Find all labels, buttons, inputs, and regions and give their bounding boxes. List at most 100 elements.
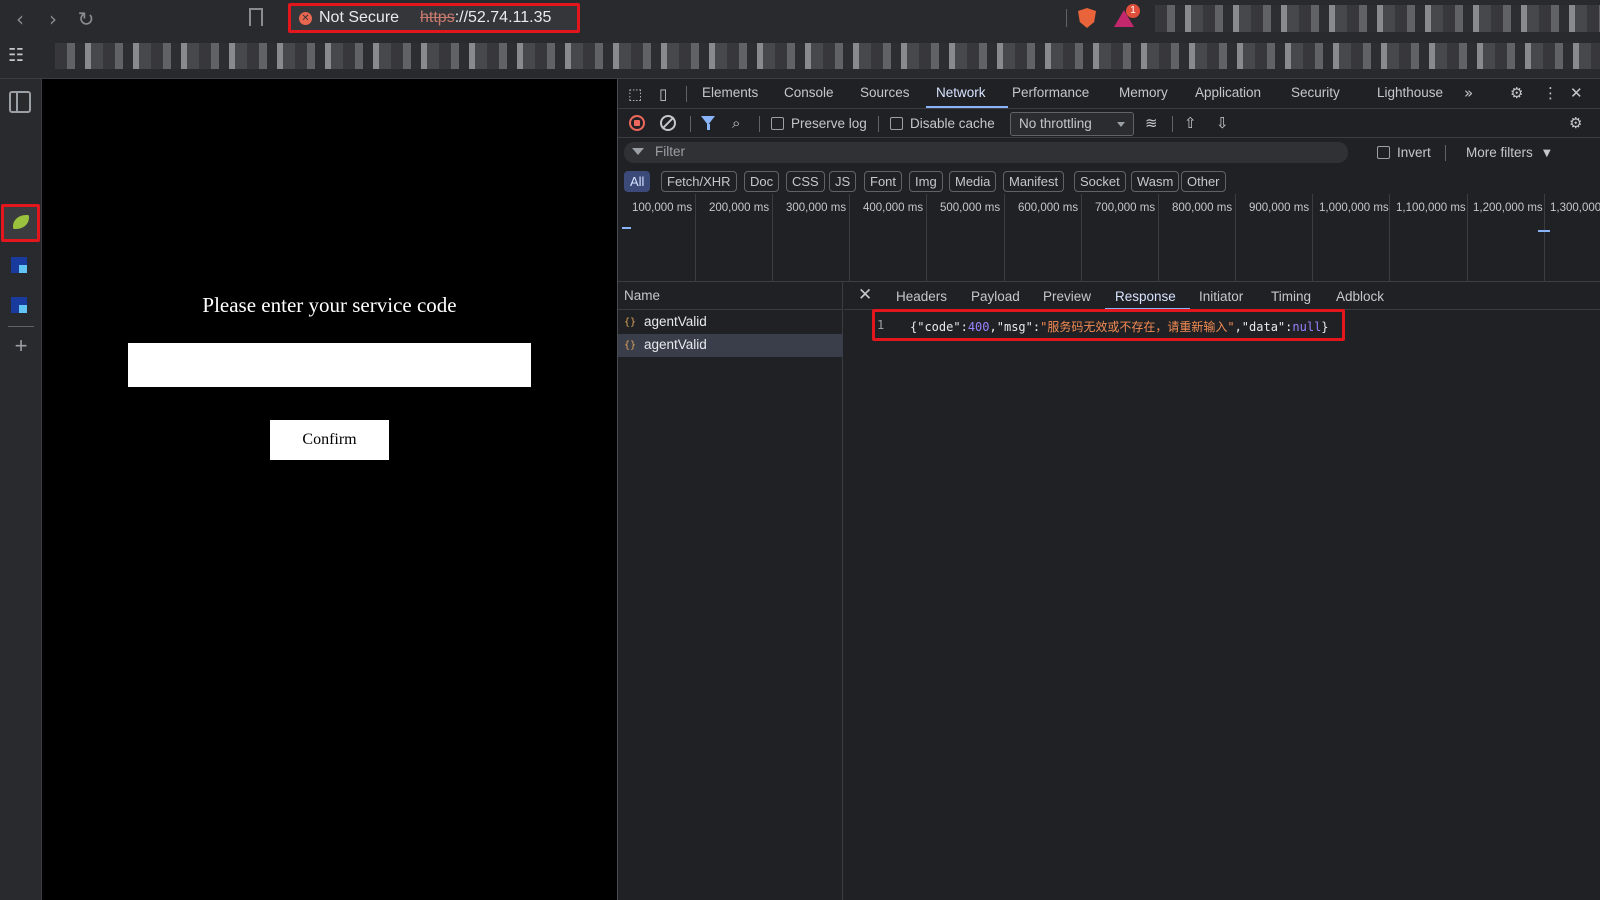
tab-memory[interactable]: Memory [1119,85,1168,100]
type-css[interactable]: CSS [786,171,825,192]
page-heading: Please enter your service code [202,293,457,317]
apps-grid-icon[interactable]: ☷ [8,47,24,65]
toolbar-separator [1172,116,1173,132]
not-secure-icon: ✕ [299,12,312,25]
toolbar-separator [690,116,691,132]
request-row[interactable]: {} agentValid [618,311,843,334]
line-number: 1 [877,318,885,332]
forward-icon[interactable]: › [40,6,66,32]
tab-sources[interactable]: Sources [860,85,910,100]
filter-icon [632,148,644,155]
network-timeline[interactable]: 100,000 ms 200,000 ms 300,000 ms 400,000… [618,194,1600,282]
name-column-header[interactable]: Name [618,282,843,310]
timeline-gridline [926,194,927,282]
tab-security[interactable]: Security [1291,85,1340,100]
detail-tabbar: ✕ Headers Payload Preview Response Initi… [844,282,1600,310]
timeline-tick-label: 500,000 ms [940,202,1001,214]
preserve-log-checkbox[interactable] [771,117,784,130]
tab-initiator[interactable]: Initiator [1199,289,1243,304]
timeline-gridline [1004,194,1005,282]
response-body[interactable]: {"code":400,"msg":"服务码无效或不存在，请重新输入","dat… [910,318,1329,335]
close-devtools-icon[interactable]: ✕ [1570,84,1583,102]
timeline-gridline [1389,194,1390,282]
type-doc[interactable]: Doc [744,171,780,192]
settings-gear-icon[interactable]: ⚙ [1510,84,1523,102]
inspect-element-icon[interactable]: ⬚ [628,85,642,103]
leaf-extension-icon [13,215,29,229]
service-code-input[interactable] [128,343,531,387]
json-key: "data" [1241,320,1286,334]
xhr-icon: {} [624,340,637,351]
tab-performance[interactable]: Performance [1012,85,1089,100]
type-wasm[interactable]: Wasm [1131,171,1180,192]
tab-application[interactable]: Application [1195,85,1261,100]
tab-headers[interactable]: Headers [896,289,947,304]
clear-icon[interactable] [660,115,676,131]
network-conditions-icon[interactable]: ≋ [1145,114,1158,132]
address-bar[interactable]: ✕ Not Secure https://52.74.11.35 [288,3,580,33]
timeline-tick-label: 800,000 ms [1172,202,1233,214]
tab-console[interactable]: Console [784,85,834,100]
throttling-select[interactable]: No throttling [1010,112,1134,136]
brave-shields-icon[interactable] [1078,8,1096,28]
sidebar-panel-icon[interactable] [9,91,31,113]
type-socket[interactable]: Socket [1074,171,1126,192]
sidebar-app-icon[interactable] [11,297,27,313]
timeline-gridline [849,194,850,282]
toolbar-separator [1066,9,1067,27]
tab-payload[interactable]: Payload [971,289,1020,304]
timeline-gridline [1467,194,1468,282]
type-media[interactable]: Media [949,171,997,192]
request-list: Name {} agentValid {} agentValid [618,282,843,900]
more-tabs-icon[interactable]: » [1464,84,1473,102]
tab-network[interactable]: Network [936,85,986,100]
timeline-tick-label: 1,200,000 ms [1473,202,1543,214]
type-js[interactable]: JS [829,171,857,192]
timeline-request-bar [1538,230,1550,232]
type-fetch-xhr[interactable]: Fetch/XHR [661,171,737,192]
type-font[interactable]: Font [864,171,903,192]
filter-input[interactable]: Filter [624,142,1348,163]
add-icon[interactable]: + [10,335,32,357]
timeline-request-bar [622,227,631,229]
tab-response[interactable]: Response [1115,289,1176,304]
confirm-button[interactable]: Confirm [270,420,389,460]
type-other[interactable]: Other [1181,171,1226,192]
sidebar-app-icon[interactable] [11,257,27,273]
device-toolbar-icon[interactable]: ▯ [659,85,667,103]
disable-cache-checkbox[interactable] [890,117,903,130]
bookmark-icon[interactable] [249,8,263,26]
tab-adblock[interactable]: Adblock [1336,289,1384,304]
timeline-gridline [772,194,773,282]
type-all[interactable]: All [624,171,651,192]
tab-preview[interactable]: Preview [1043,289,1091,304]
more-filters-dropdown[interactable]: More filters [1466,145,1533,160]
json-key: "msg" [996,320,1033,334]
back-icon[interactable]: ‹ [7,6,33,32]
tab-lighthouse[interactable]: Lighthouse [1377,85,1443,100]
close-detail-icon[interactable]: ✕ [858,285,872,305]
browser-sidebar: + [0,79,42,900]
toolbar-separator [878,116,879,132]
filter-funnel-icon[interactable] [701,116,715,130]
search-icon[interactable]: ⌕ [732,114,740,132]
kebab-menu-icon[interactable]: ⋮ [1543,84,1558,102]
type-manifest[interactable]: Manifest [1003,171,1065,192]
url-scheme: https [420,9,455,26]
request-detail: ✕ Headers Payload Preview Response Initi… [844,282,1600,900]
reload-icon[interactable]: ↻ [73,6,99,32]
timeline-gridline [1081,194,1082,282]
timeline-tick-label: 300,000 ms [786,202,847,214]
tab-elements[interactable]: Elements [702,85,758,100]
sidebar-item-active[interactable] [1,204,40,242]
toolbar-separator [1445,145,1446,161]
invert-checkbox[interactable] [1377,146,1390,159]
record-stop-icon[interactable] [629,115,645,131]
tab-timing[interactable]: Timing [1271,289,1311,304]
network-settings-icon[interactable]: ⚙ [1569,114,1582,132]
export-har-icon[interactable]: ⇩ [1216,114,1229,132]
request-row-selected[interactable]: {} agentValid [618,334,843,357]
network-toolbar: ⌕ Preserve log Disable cache No throttli… [618,109,1600,138]
type-img[interactable]: Img [909,171,943,192]
import-har-icon[interactable]: ⇧ [1184,114,1197,132]
